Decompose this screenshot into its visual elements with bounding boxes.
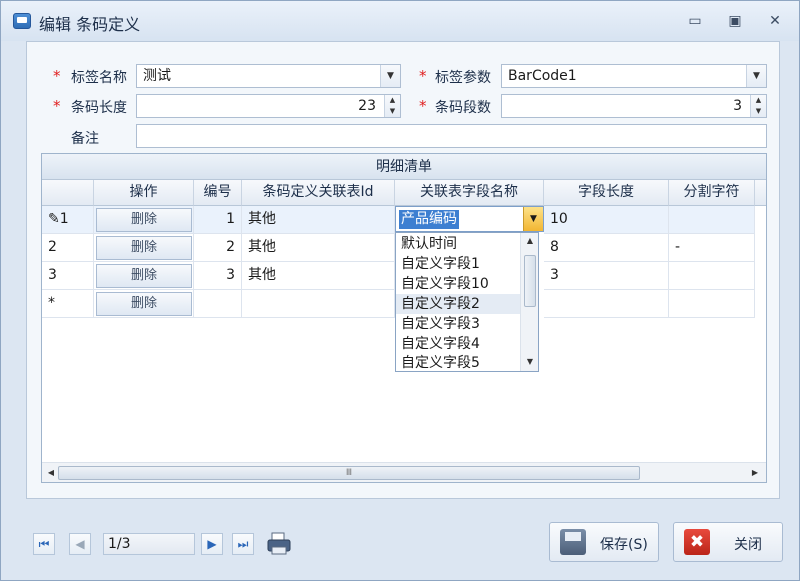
tag-name-value: 测试 (143, 68, 171, 84)
remark-input[interactable] (136, 124, 767, 148)
first-record-button[interactable]: ⏮ (33, 533, 55, 555)
barcode-segments-spinner[interactable]: 3 ▲ ▼ (501, 94, 767, 118)
delete-button[interactable]: 删除 (96, 264, 192, 288)
field-name-selected-text[interactable]: 产品编码 (399, 210, 459, 229)
dropdown-option[interactable]: 自定义字段3 (396, 314, 520, 334)
grid-horizontal-scrollbar[interactable]: ◀ Ⅲ ▶ (42, 462, 766, 482)
next-record-button[interactable]: ▶ (201, 533, 223, 555)
minimize-button[interactable]: ▭ (687, 13, 703, 29)
last-record-button[interactable]: ⏭ (232, 533, 254, 555)
dialog-window: 编辑 条码定义 ▭ ▣ ✕ * 标签名称 测试 ▼ * 标签参数 BarCode… (0, 0, 800, 581)
pager-display: 1/3 (103, 533, 195, 555)
rel-id-cell[interactable] (242, 290, 395, 318)
app-icon (13, 13, 31, 29)
dropdown-option[interactable]: 自定义字段10 (396, 274, 520, 294)
floppy-disk-icon (560, 529, 586, 555)
next-icon: ▶ (207, 537, 217, 551)
column-header-action[interactable]: 操作 (94, 180, 194, 206)
scroll-up-icon[interactable]: ▲ (521, 236, 539, 245)
detail-grid: 明细清单 操作 编号 条码定义关联表Id 关联表字段名称 字段长度 分割字符 ✎… (41, 153, 767, 483)
column-header-no[interactable]: 编号 (194, 180, 242, 206)
remark-label: 备注 (71, 131, 99, 147)
save-button-label: 保存(S) (600, 537, 648, 553)
tag-param-label: 标签参数 (435, 70, 491, 86)
tag-param-combo[interactable]: BarCode1 ▼ (501, 64, 767, 88)
close-window-button[interactable]: ✕ (767, 13, 783, 29)
column-header-filler (755, 180, 766, 206)
prev-record-button[interactable]: ◀ (69, 533, 91, 555)
row-header-corner (42, 180, 94, 206)
row-indicator[interactable]: 3 (42, 262, 94, 290)
grid-scroll-thumb[interactable]: Ⅲ (58, 466, 640, 480)
rel-id-cell[interactable]: 其他 (242, 262, 395, 290)
tag-param-value: BarCode1 (508, 68, 577, 84)
separator-cell[interactable] (669, 206, 755, 234)
column-header-separator[interactable]: 分割字符 (669, 180, 755, 206)
barcode-length-value: 23 (358, 98, 376, 114)
delete-button[interactable]: 删除 (96, 292, 192, 316)
title-bar: 编辑 条码定义 ▭ ▣ ✕ (1, 1, 799, 41)
spin-arrows-icon[interactable]: ▲ ▼ (750, 95, 766, 117)
no-cell[interactable]: 2 (194, 234, 242, 262)
barcode-segments-label: 条码段数 (435, 100, 491, 116)
dropdown-scrollbar[interactable]: ▲ ▼ (520, 233, 538, 371)
scroll-down-icon[interactable]: ▼ (521, 357, 539, 366)
dropdown-option[interactable]: 自定义字段4 (396, 334, 520, 354)
separator-cell[interactable]: - (669, 234, 755, 262)
print-icon[interactable] (265, 531, 293, 557)
field-name-editor[interactable]: 产品编码 ▼ (395, 206, 544, 232)
dropdown-scroll-thumb[interactable] (524, 255, 536, 307)
required-mark: * (53, 67, 61, 85)
dropdown-option[interactable]: 默认时间 (396, 234, 520, 254)
dropdown-option[interactable]: 自定义字段1 (396, 254, 520, 274)
separator-cell[interactable] (669, 262, 755, 290)
field-length-cell[interactable] (544, 290, 669, 318)
chevron-down-icon[interactable]: ▼ (746, 65, 766, 87)
column-header-rel-id[interactable]: 条码定义关联表Id (242, 180, 395, 206)
row-indicator[interactable]: 2 (42, 234, 94, 262)
restore-button[interactable]: ▣ (727, 13, 743, 29)
barcode-segments-value: 3 (733, 98, 742, 114)
barcode-length-spinner[interactable]: 23 ▲ ▼ (136, 94, 401, 118)
column-header-field-length[interactable]: 字段长度 (544, 180, 669, 206)
first-icon: ⏮ (38, 537, 50, 551)
pencil-icon: ✎ (48, 211, 60, 227)
save-button[interactable]: 保存(S) (549, 522, 659, 562)
column-header-field-name[interactable]: 关联表字段名称 (395, 180, 544, 206)
scroll-right-icon[interactable]: ▶ (746, 468, 764, 477)
dropdown-option[interactable]: 自定义字段5 (396, 353, 520, 373)
spin-arrows-icon[interactable]: ▲ ▼ (384, 95, 400, 117)
row-indicator[interactable]: ✎1 (42, 206, 94, 234)
tag-name-label: 标签名称 (71, 70, 127, 86)
new-row-indicator[interactable]: * (42, 290, 94, 318)
close-icon: ✖ (684, 529, 710, 555)
close-button[interactable]: ✖ 关闭 (673, 522, 783, 562)
rel-id-cell[interactable]: 其他 (242, 234, 395, 262)
tag-name-combo[interactable]: 测试 ▼ (136, 64, 401, 88)
required-mark: * (419, 67, 427, 85)
field-length-cell[interactable]: 3 (544, 262, 669, 290)
no-cell[interactable]: 1 (194, 206, 242, 234)
field-length-cell[interactable]: 8 (544, 234, 669, 262)
delete-button[interactable]: 删除 (96, 236, 192, 260)
chevron-down-icon[interactable]: ▼ (380, 65, 400, 87)
delete-button[interactable]: 删除 (96, 208, 192, 232)
chevron-down-icon[interactable]: ▼ (523, 207, 543, 231)
barcode-length-label: 条码长度 (71, 100, 127, 116)
field-length-cell[interactable]: 10 (544, 206, 669, 234)
no-cell[interactable]: 3 (194, 262, 242, 290)
window-title: 编辑 条码定义 (39, 15, 141, 34)
field-name-dropdown: 默认时间 自定义字段1 自定义字段10 自定义字段2 自定义字段3 自定义字段4… (395, 232, 539, 372)
required-mark: * (419, 97, 427, 115)
grid-caption: 明细清单 (42, 154, 766, 180)
prev-icon: ◀ (75, 537, 85, 551)
separator-cell[interactable] (669, 290, 755, 318)
no-cell[interactable] (194, 290, 242, 318)
rel-id-cell[interactable]: 其他 (242, 206, 395, 234)
close-button-label: 关闭 (734, 537, 762, 553)
last-icon: ⏭ (237, 537, 249, 551)
dropdown-option-hovered[interactable]: 自定义字段2 (396, 294, 520, 314)
required-mark: * (53, 97, 61, 115)
